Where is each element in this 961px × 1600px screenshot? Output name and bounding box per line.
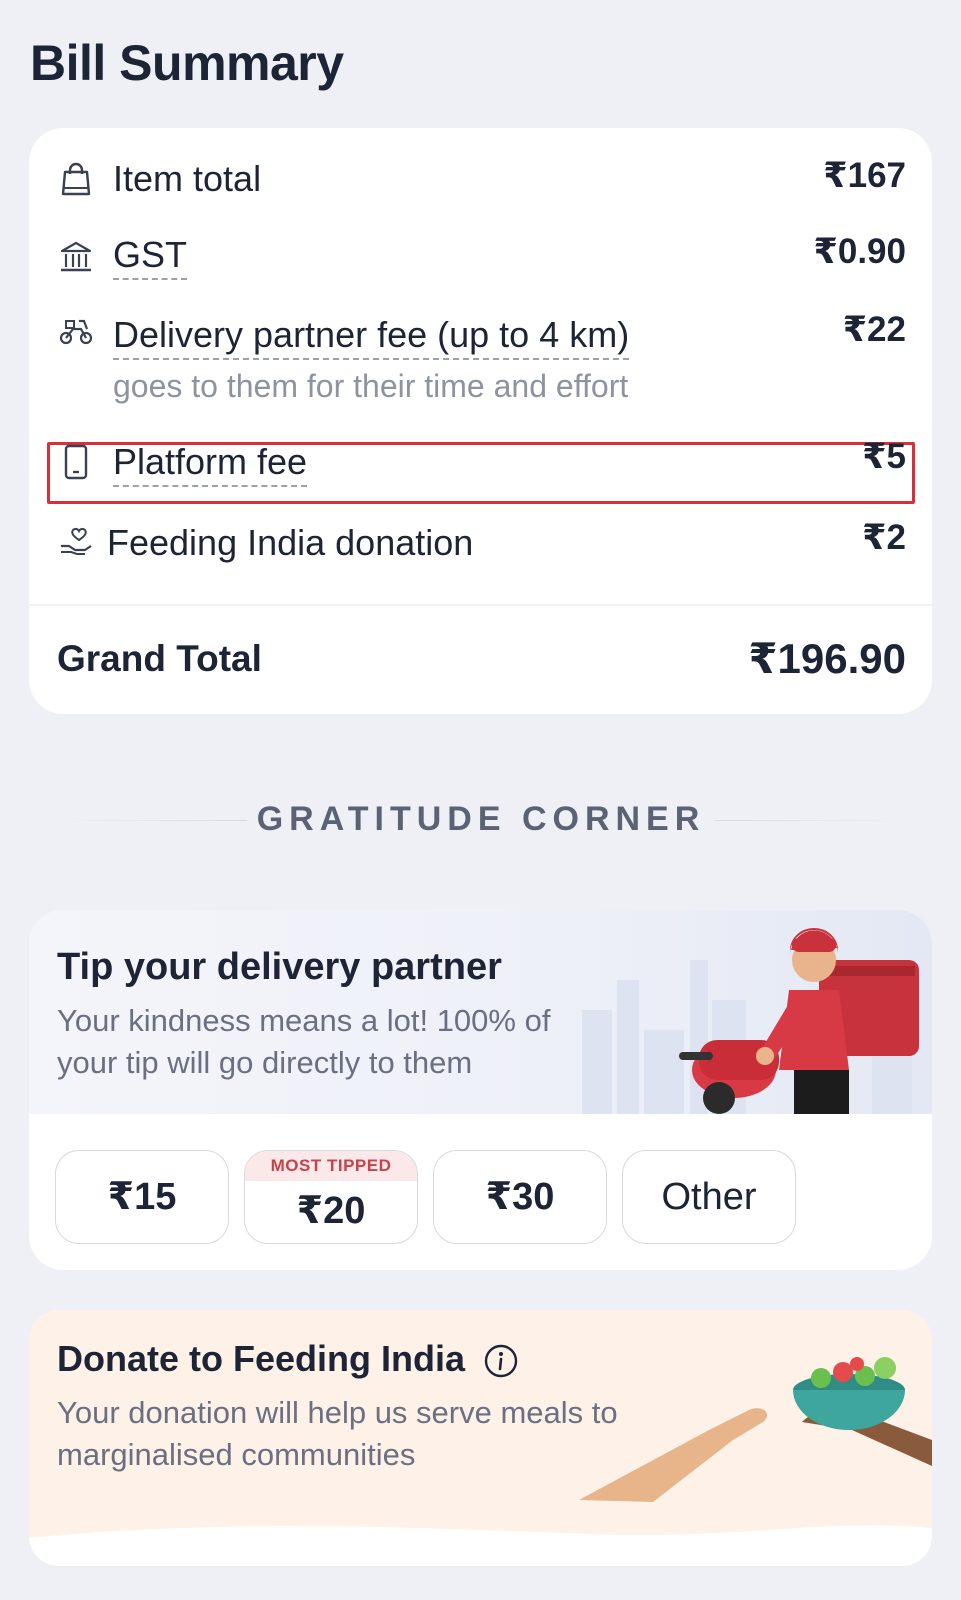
tip-option-20[interactable]: MOST TIPPED ₹20 (244, 1150, 418, 1244)
donation-label: Feeding India donation (107, 522, 474, 563)
most-tipped-badge: MOST TIPPED (245, 1151, 417, 1181)
scooter-icon (57, 312, 95, 350)
food-bowl-illustration (579, 1357, 932, 1502)
tip-title: Tip your delivery partner (57, 946, 502, 988)
tip-option-amount: ₹20 (296, 1190, 366, 1232)
page-title: Bill Summary (30, 35, 344, 91)
info-icon[interactable] (483, 1343, 519, 1379)
tip-option-amount: Other (661, 1176, 757, 1218)
heading-rule-right (715, 820, 905, 821)
gratitude-corner-heading: GRATITUDE CORNER (57, 800, 905, 840)
delivery-partner-illustration (679, 928, 919, 1114)
bill-summary-card: Item total ₹167 GST ₹0.90 Delivery partn… (29, 128, 932, 714)
delivery-fee-label[interactable]: Delivery partner fee (up to 4 km) (113, 314, 630, 360)
phone-icon (57, 443, 95, 481)
divider (29, 604, 932, 606)
grand-total-label: Grand Total (57, 638, 262, 679)
tip-banner: Tip your delivery partner Your kindness … (29, 910, 932, 1114)
item-total-label: Item total (113, 158, 262, 199)
hand-heart-icon (57, 522, 95, 560)
platform-fee-value: ₹5 (862, 437, 906, 476)
gst-value: ₹0.90 (813, 232, 906, 271)
donation-value: ₹2 (862, 518, 906, 557)
donate-title: Donate to Feeding India (57, 1338, 466, 1379)
tip-subtitle: Your kindness means a lot! 100% of your … (57, 1003, 551, 1080)
delivery-fee-value: ₹22 (842, 310, 906, 349)
donate-title-row: Donate to Feeding India (57, 1338, 519, 1380)
donate-card-wave (29, 1525, 932, 1566)
gst-label[interactable]: GST (113, 234, 188, 280)
tip-option-amount: ₹30 (485, 1176, 555, 1218)
delivery-fee-subtext: goes to them for their time and effort (113, 368, 629, 404)
tip-card: Tip your delivery partner Your kindness … (29, 910, 932, 1270)
tip-option-30[interactable]: ₹30 (433, 1150, 607, 1244)
tip-option-amount: ₹15 (107, 1176, 177, 1218)
shopping-bag-icon (57, 160, 95, 198)
tip-option-15[interactable]: ₹15 (55, 1150, 229, 1244)
tip-option-other[interactable]: Other (622, 1150, 796, 1244)
donate-card: Donate to Feeding India Your donation wi… (29, 1310, 932, 1566)
grand-total-value: ₹196.90 (748, 635, 906, 682)
bank-icon (57, 238, 95, 276)
platform-fee-label[interactable]: Platform fee (113, 441, 308, 487)
item-total-value: ₹167 (823, 156, 906, 195)
